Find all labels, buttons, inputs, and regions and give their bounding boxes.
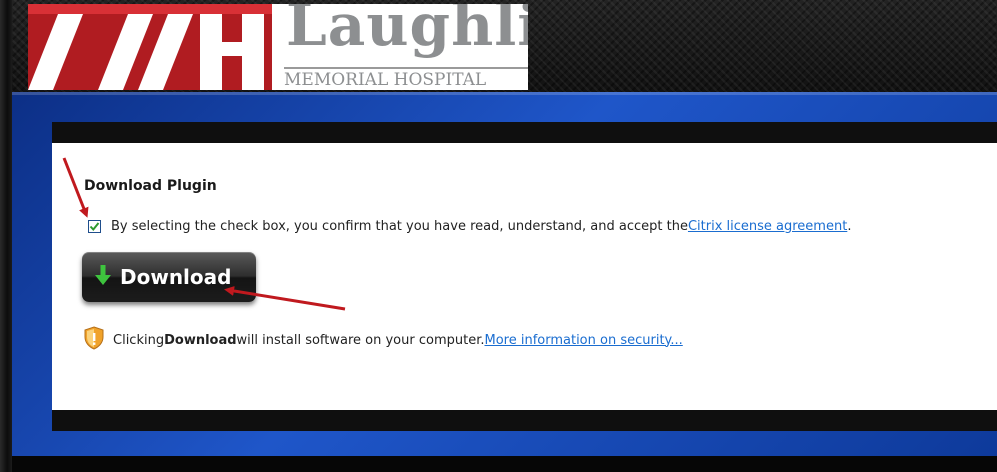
download-button-label: Download — [120, 265, 232, 289]
license-row: By selecting the check box, you confirm … — [88, 219, 851, 234]
footer-bar — [12, 456, 997, 472]
license-checkbox[interactable] — [88, 220, 101, 233]
logo-wordmark: Laughlin — [286, 4, 528, 59]
left-window-edge — [0, 0, 12, 472]
download-button[interactable]: Download — [82, 252, 256, 302]
checkmark-icon — [89, 222, 100, 232]
page-title: Download Plugin — [84, 178, 217, 194]
security-text-bold: Download — [164, 332, 237, 348]
plugin-content-box: Download Plugin By selecting the check b… — [52, 122, 997, 431]
license-period: . — [847, 219, 852, 234]
content-bottom-bar — [52, 410, 997, 431]
main-panel: Download Plugin By selecting the check b… — [12, 92, 997, 456]
citrix-license-link[interactable]: Citrix license agreement — [688, 219, 847, 234]
security-info-link[interactable]: More information on security... — [484, 333, 682, 348]
shield-warning-icon — [83, 326, 105, 354]
logo-subtitle: MEMORIAL HOSPITAL — [284, 67, 528, 90]
content-top-bar — [52, 122, 997, 143]
security-text-post: will install software on your computer. — [236, 332, 485, 348]
security-text-pre: Clicking — [113, 332, 165, 348]
logo-mark-graphic — [28, 4, 272, 90]
hospital-logo: Laughlin MEMORIAL HOSPITAL — [28, 4, 528, 90]
down-arrow-icon — [94, 264, 112, 291]
security-notice: Clicking Download will install software … — [83, 326, 683, 354]
header-banner: Laughlin MEMORIAL HOSPITAL — [12, 0, 997, 92]
license-text: By selecting the check box, you confirm … — [111, 219, 688, 234]
logo-mark — [28, 4, 272, 90]
